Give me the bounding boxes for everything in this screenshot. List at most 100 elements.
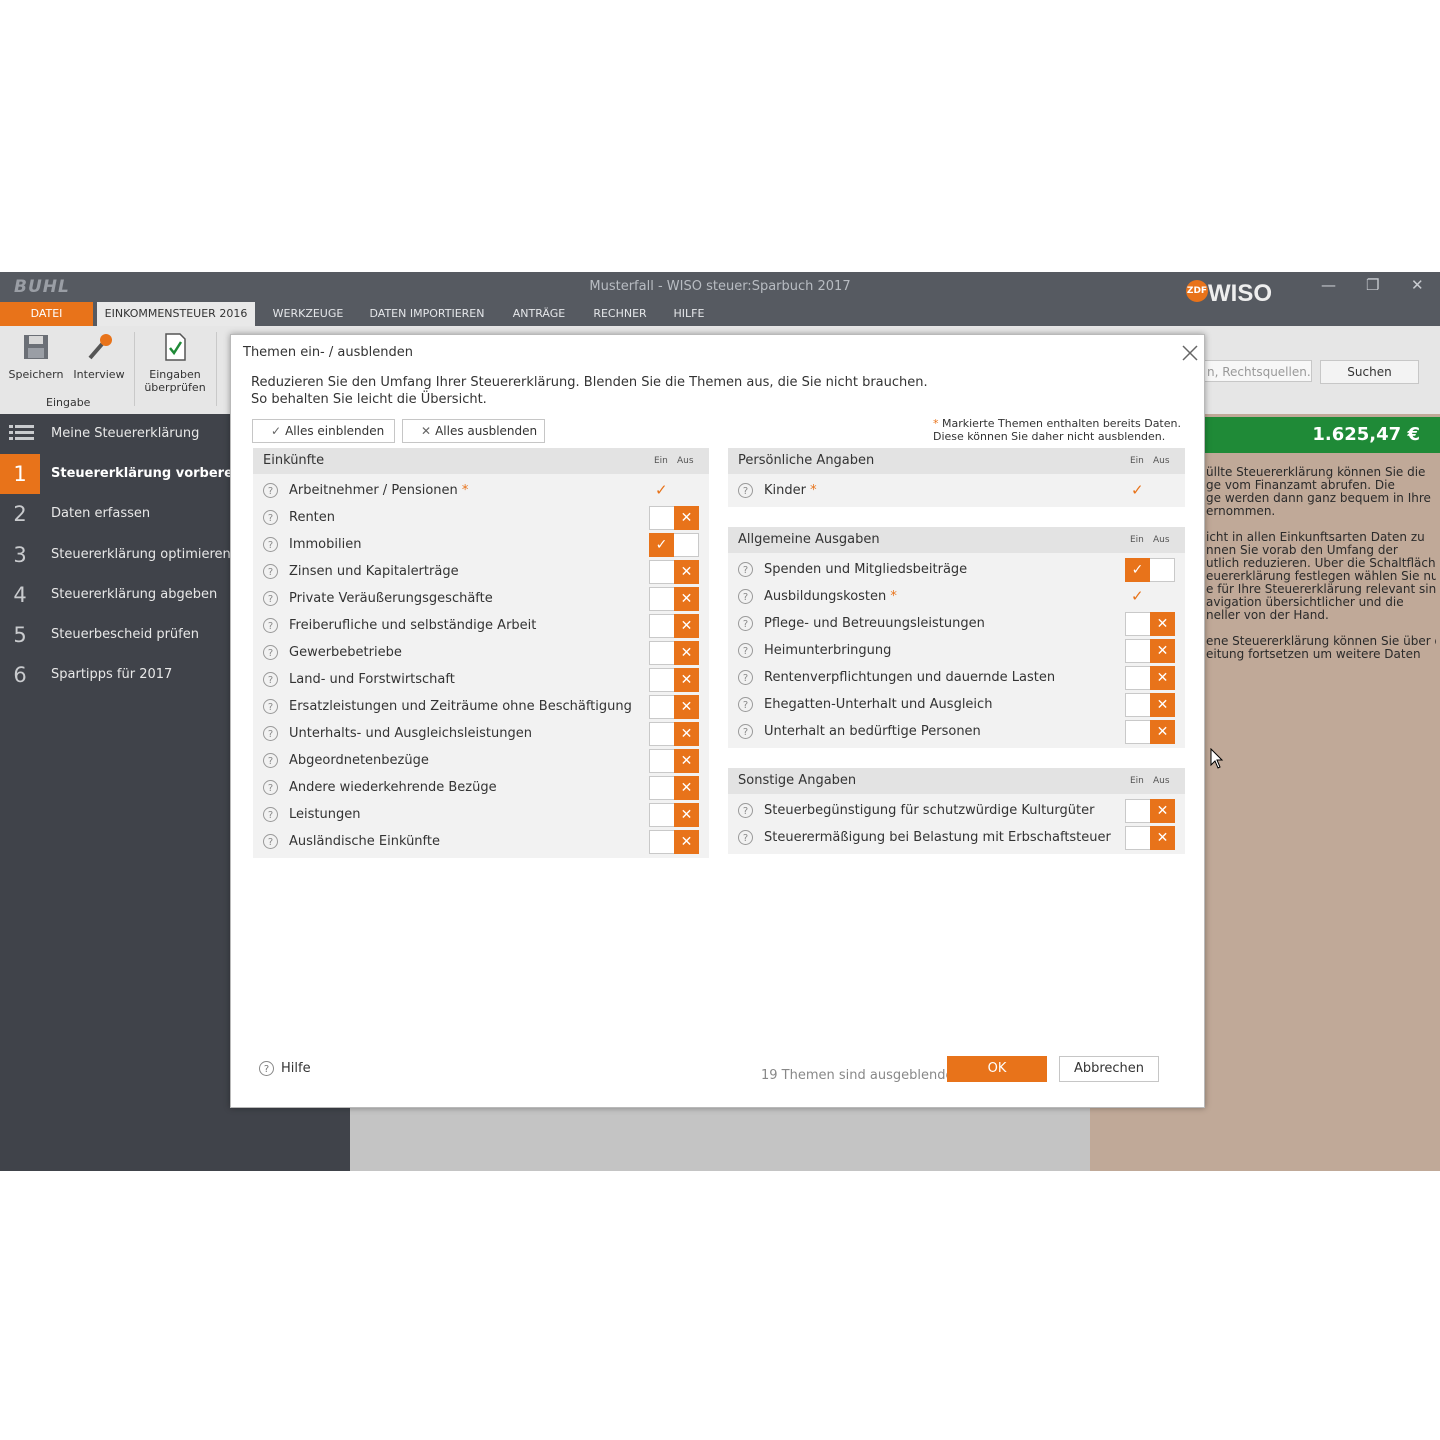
help-icon[interactable]: ? — [263, 483, 278, 498]
help-icon[interactable]: ? — [263, 699, 278, 714]
help-icon[interactable]: ? — [738, 483, 753, 498]
tab-rechner[interactable]: RECHNER — [586, 302, 654, 326]
help-icon[interactable]: ? — [738, 697, 753, 712]
tab-datei[interactable]: DATEI — [0, 302, 93, 326]
topic-toggle[interactable]: ✕ — [1125, 693, 1175, 717]
help-icon[interactable]: ? — [738, 616, 753, 631]
toggle-off-x-icon[interactable]: ✕ — [674, 695, 699, 719]
toggle-off-x-icon[interactable]: ✕ — [674, 614, 699, 638]
topic-toggle[interactable]: ✕ — [1125, 666, 1175, 690]
check-inputs-button[interactable]: Eingaben überprüfen — [140, 332, 210, 394]
tab-antraege[interactable]: ANTRÄGE — [504, 302, 574, 326]
toggle-on-check-icon[interactable]: ✓ — [1125, 558, 1150, 582]
close-window-icon[interactable]: ✕ — [1411, 276, 1424, 294]
toggle-on-check-icon[interactable] — [649, 776, 674, 800]
toggle-on-check-icon[interactable] — [649, 506, 674, 530]
hide-all-button[interactable]: ✕ Alles ausblenden — [402, 419, 545, 443]
topic-toggle[interactable]: ✕ — [649, 830, 699, 854]
topic-toggle[interactable]: ✕ — [649, 776, 699, 800]
toggle-off-x-icon[interactable]: ✕ — [1150, 720, 1175, 744]
toggle-on-check-icon[interactable] — [649, 749, 674, 773]
help-icon[interactable]: ? — [738, 803, 753, 818]
toggle-off-x-icon[interactable]: ✕ — [674, 776, 699, 800]
toggle-off-x-icon[interactable]: ✕ — [1150, 799, 1175, 823]
topic-toggle[interactable]: ✕ — [649, 695, 699, 719]
toggle-off-x-icon[interactable]: ✕ — [674, 641, 699, 665]
help-icon[interactable]: ? — [263, 591, 278, 606]
toggle-off-x-icon[interactable] — [1150, 558, 1175, 582]
tab-daten-importieren[interactable]: DATEN IMPORTIEREN — [362, 302, 492, 326]
toggle-on-check-icon[interactable] — [649, 803, 674, 827]
topic-toggle[interactable]: ✓ — [1125, 558, 1175, 582]
toggle-off-x-icon[interactable]: ✕ — [1150, 826, 1175, 850]
help-icon[interactable]: ? — [263, 780, 278, 795]
topic-toggle[interactable]: ✕ — [1125, 799, 1175, 823]
toggle-on-check-icon[interactable] — [1125, 693, 1150, 717]
help-icon[interactable]: ? — [263, 510, 278, 525]
restore-icon[interactable]: ❐ — [1366, 276, 1379, 294]
help-icon[interactable]: ? — [263, 807, 278, 822]
minimize-icon[interactable]: — — [1321, 276, 1336, 294]
help-icon[interactable]: ? — [263, 564, 278, 579]
tab-einkommensteuer[interactable]: EINKOMMENSTEUER 2016 — [97, 302, 255, 326]
toggle-on-check-icon[interactable] — [649, 695, 674, 719]
toggle-off-x-icon[interactable]: ✕ — [1150, 612, 1175, 636]
toggle-on-check-icon[interactable] — [1125, 639, 1150, 663]
toggle-off-x-icon[interactable]: ✕ — [674, 506, 699, 530]
toggle-off-x-icon[interactable]: ✕ — [1150, 693, 1175, 717]
toggle-on-check-icon[interactable] — [1125, 612, 1150, 636]
topic-toggle[interactable]: ✕ — [649, 587, 699, 611]
toggle-on-check-icon[interactable] — [1125, 826, 1150, 850]
topic-toggle[interactable]: ✕ — [649, 668, 699, 692]
toggle-on-check-icon[interactable] — [1125, 720, 1150, 744]
topic-toggle[interactable]: ✕ — [1125, 720, 1175, 744]
interview-button[interactable]: Interview — [70, 332, 128, 381]
ok-button[interactable]: OK — [947, 1056, 1047, 1082]
toggle-off-x-icon[interactable]: ✕ — [674, 749, 699, 773]
help-icon[interactable]: ? — [738, 562, 753, 577]
topic-toggle[interactable]: ✕ — [649, 506, 699, 530]
tab-werkzeuge[interactable]: WERKZEUGE — [266, 302, 350, 326]
toggle-off-x-icon[interactable]: ✕ — [1150, 666, 1175, 690]
help-icon[interactable]: ? — [263, 537, 278, 552]
cancel-button[interactable]: Abbrechen — [1059, 1056, 1159, 1082]
help-icon[interactable]: ? — [738, 643, 753, 658]
toggle-off-x-icon[interactable] — [674, 533, 699, 557]
toggle-off-x-icon[interactable]: ✕ — [674, 560, 699, 584]
toggle-off-x-icon[interactable]: ✕ — [674, 803, 699, 827]
toggle-on-check-icon[interactable] — [649, 668, 674, 692]
help-icon[interactable]: ? — [738, 589, 753, 604]
topic-toggle[interactable]: ✕ — [649, 722, 699, 746]
topic-toggle[interactable]: ✕ — [649, 641, 699, 665]
close-icon[interactable] — [1181, 344, 1199, 362]
topic-toggle[interactable]: ✕ — [1125, 612, 1175, 636]
topic-toggle[interactable]: ✕ — [649, 560, 699, 584]
toggle-on-check-icon[interactable] — [1125, 666, 1150, 690]
topic-toggle[interactable]: ✕ — [649, 803, 699, 827]
toggle-on-check-icon[interactable] — [649, 587, 674, 611]
toggle-off-x-icon[interactable]: ✕ — [674, 668, 699, 692]
toggle-on-check-icon[interactable]: ✓ — [649, 533, 674, 557]
toggle-on-check-icon[interactable] — [649, 830, 674, 854]
help-icon[interactable]: ? — [263, 834, 278, 849]
toggle-off-x-icon[interactable]: ✕ — [674, 722, 699, 746]
toggle-on-check-icon[interactable] — [1125, 799, 1150, 823]
topic-toggle[interactable]: ✕ — [1125, 826, 1175, 850]
help-icon[interactable]: ? — [263, 672, 278, 687]
toggle-on-check-icon[interactable] — [649, 641, 674, 665]
help-icon[interactable]: ? — [738, 670, 753, 685]
topic-toggle[interactable]: ✓ — [649, 533, 699, 557]
toggle-on-check-icon[interactable] — [649, 614, 674, 638]
help-icon[interactable]: ? — [263, 753, 278, 768]
show-all-button[interactable]: ✓ Alles einblenden — [252, 419, 395, 443]
toggle-off-x-icon[interactable]: ✕ — [674, 587, 699, 611]
tab-hilfe[interactable]: HILFE — [664, 302, 714, 326]
search-button[interactable]: Suchen — [1320, 360, 1419, 384]
topic-toggle[interactable]: ✕ — [649, 749, 699, 773]
topic-toggle[interactable]: ✕ — [649, 614, 699, 638]
toggle-off-x-icon[interactable]: ✕ — [1150, 639, 1175, 663]
help-icon[interactable]: ? — [263, 618, 278, 633]
search-input[interactable]: n, Rechtsquellen... — [1200, 360, 1312, 382]
help-icon[interactable]: ? — [263, 645, 278, 660]
topic-toggle[interactable]: ✕ — [1125, 639, 1175, 663]
